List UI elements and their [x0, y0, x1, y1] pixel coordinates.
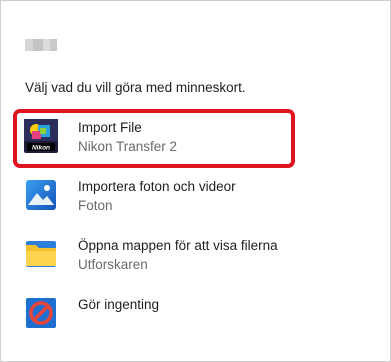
no-action-icon: [24, 296, 58, 330]
option-subtitle: Utforskaren: [78, 257, 148, 272]
option-subtitle: Foton: [78, 198, 113, 213]
option-title: Öppna mappen för att visa filerna: [78, 238, 278, 253]
autoplay-options-list: Nikon Import File Nikon Transfer 2 Impor…: [13, 109, 375, 347]
autoplay-prompt: Välj vad du vill göra med minneskort.: [25, 80, 246, 95]
drive-name-blurred: [25, 39, 57, 51]
autoplay-dialog: Välj vad du vill göra med minneskort. Ni…: [0, 0, 391, 362]
option-subtitle: Nikon Transfer 2: [78, 139, 178, 154]
nikon-transfer-icon: Nikon: [24, 119, 58, 153]
photos-icon: [24, 178, 58, 212]
option-title: Import File: [78, 120, 142, 135]
folder-icon: [24, 237, 58, 271]
option-title: Gör ingenting: [78, 297, 160, 312]
option-do-nothing[interactable]: Gör ingenting: [15, 288, 375, 346]
option-import-file[interactable]: Nikon Import File Nikon Transfer 2: [13, 109, 375, 169]
option-open-folder[interactable]: Öppna mappen för att visa filerna Utfors…: [15, 229, 375, 287]
option-title: Importera foton och videor: [78, 179, 236, 194]
svg-text:Nikon: Nikon: [32, 145, 50, 152]
option-import-photos[interactable]: Importera foton och videor Foton: [15, 170, 375, 228]
